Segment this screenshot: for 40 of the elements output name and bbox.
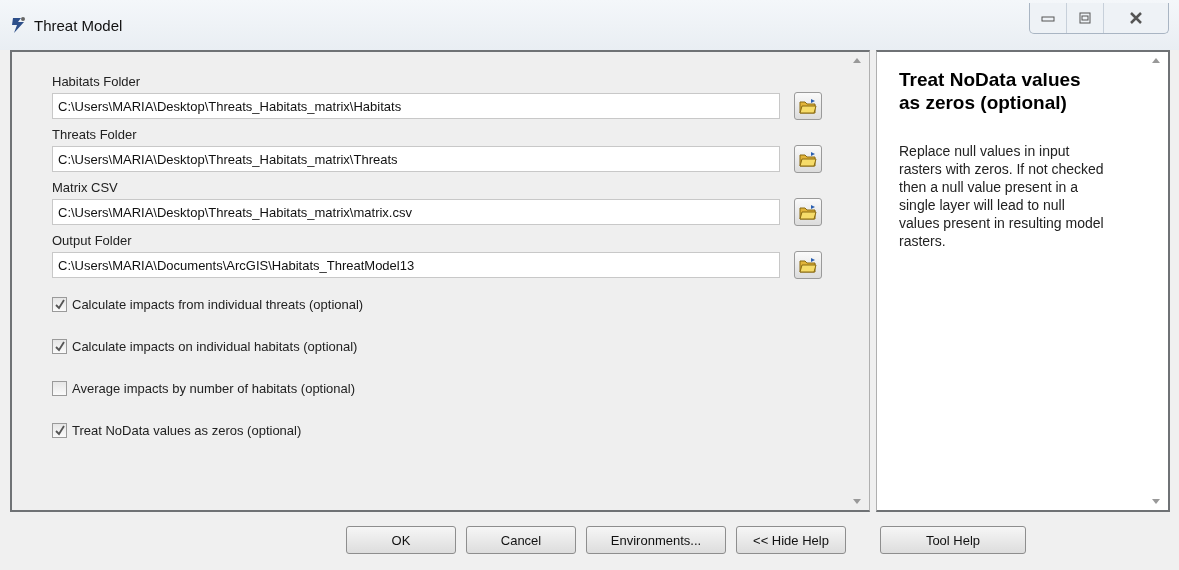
checkbox-label: Calculate impacts on individual habitats (optional)	[72, 339, 358, 354]
scroll-up-icon[interactable]	[853, 58, 861, 63]
field-label: Output Folder	[52, 233, 133, 248]
field-label: Threats Folder	[52, 127, 138, 142]
window-title: Threat Model	[34, 16, 123, 34]
field-label: Matrix CSV	[52, 180, 119, 195]
path-field[interactable]: C:\Users\MARIA\Desktop\Threats_Habitats_matrix\Threats	[52, 146, 780, 172]
checkbox[interactable]	[52, 381, 67, 396]
browse-button[interactable]	[794, 145, 822, 173]
tool-icon	[10, 16, 26, 34]
maximize-icon[interactable]	[1079, 11, 1091, 24]
dialog-button[interactable]: Environments...	[586, 526, 726, 554]
browse-button[interactable]	[794, 251, 822, 279]
dialog-button[interactable]: Tool Help	[880, 526, 1026, 554]
checkbox[interactable]	[52, 339, 67, 354]
checkbox-label: Treat NoData values as zeros (optional)	[72, 423, 302, 438]
dialog-button[interactable]: OK	[346, 526, 456, 554]
dialog-button[interactable]: << Hide Help	[736, 526, 846, 554]
scroll-down-icon[interactable]	[853, 499, 861, 504]
dialog-button[interactable]: Cancel	[466, 526, 576, 554]
folder-icon	[799, 204, 817, 220]
path-field[interactable]: C:\Users\MARIA\Documents\ArcGIS\Habitats_ThreatModel13	[52, 252, 780, 278]
folder-icon	[799, 257, 817, 273]
checkbox[interactable]	[52, 297, 67, 312]
scroll-down-icon[interactable]	[1152, 499, 1160, 504]
browse-button[interactable]	[794, 198, 822, 226]
checkbox[interactable]	[52, 423, 67, 438]
field-label: Habitats Folder	[52, 74, 142, 89]
browse-button[interactable]	[794, 92, 822, 120]
folder-icon	[799, 151, 817, 167]
folder-icon	[799, 98, 817, 114]
help-text: Replace null values in input rasters with zeros. If not checked then a null value present in a single layer will lead to null values present in resulting model rasters.	[899, 142, 1105, 250]
close-icon[interactable]	[1129, 11, 1143, 24]
path-field[interactable]: C:\Users\MARIA\Desktop\Threats_Habitats_matrix\Habitats	[52, 93, 780, 119]
checkbox-label: Calculate impacts from individual threats (optional)	[72, 297, 364, 312]
scroll-up-icon[interactable]	[1152, 58, 1160, 63]
minimize-icon[interactable]	[1041, 13, 1055, 22]
path-field[interactable]: C:\Users\MARIA\Desktop\Threats_Habitats_matrix\matrix.csv	[52, 199, 780, 225]
checkbox-label: Average impacts by number of habitats (optional)	[72, 381, 356, 396]
help-title: Treat NoData values as zeros (optional)	[899, 68, 1082, 114]
